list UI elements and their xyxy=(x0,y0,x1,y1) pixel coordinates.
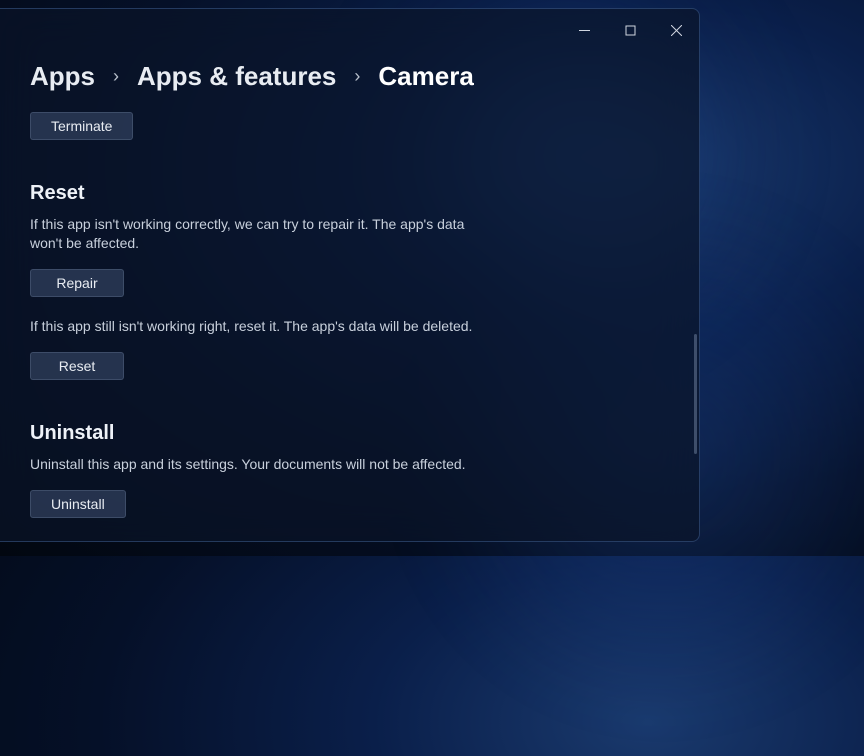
reset-section: Reset If this app isn't working correctl… xyxy=(30,182,669,380)
close-icon xyxy=(671,25,682,36)
minimize-icon xyxy=(579,25,590,36)
repair-button[interactable]: Repair xyxy=(30,269,124,297)
window-titlebar xyxy=(0,9,699,49)
maximize-button[interactable] xyxy=(607,15,653,45)
uninstall-section: Uninstall Uninstall this app and its set… xyxy=(30,422,669,518)
reset-description: If this app still isn't working right, r… xyxy=(30,317,490,336)
maximize-icon xyxy=(625,25,636,36)
reset-button[interactable]: Reset xyxy=(30,352,124,380)
window-content: Apps › Apps & features › Camera Terminat… xyxy=(0,49,699,541)
terminate-button[interactable]: Terminate xyxy=(30,112,133,140)
breadcrumb-current: Camera xyxy=(378,61,473,92)
reset-section-title: Reset xyxy=(30,182,669,205)
chevron-right-icon: › xyxy=(113,66,119,87)
settings-window: Apps › Apps & features › Camera Terminat… xyxy=(0,8,700,542)
repair-description: If this app isn't working correctly, we … xyxy=(30,215,490,253)
chevron-right-icon: › xyxy=(354,66,360,87)
scrollbar-thumb[interactable] xyxy=(694,334,697,454)
breadcrumb-apps-features[interactable]: Apps & features xyxy=(137,61,336,92)
minimize-button[interactable] xyxy=(561,15,607,45)
breadcrumb-apps[interactable]: Apps xyxy=(30,61,95,92)
uninstall-description: Uninstall this app and its settings. You… xyxy=(30,455,490,474)
uninstall-button[interactable]: Uninstall xyxy=(30,490,126,518)
breadcrumb: Apps › Apps & features › Camera xyxy=(30,61,669,92)
uninstall-section-title: Uninstall xyxy=(30,422,669,445)
close-button[interactable] xyxy=(653,15,699,45)
